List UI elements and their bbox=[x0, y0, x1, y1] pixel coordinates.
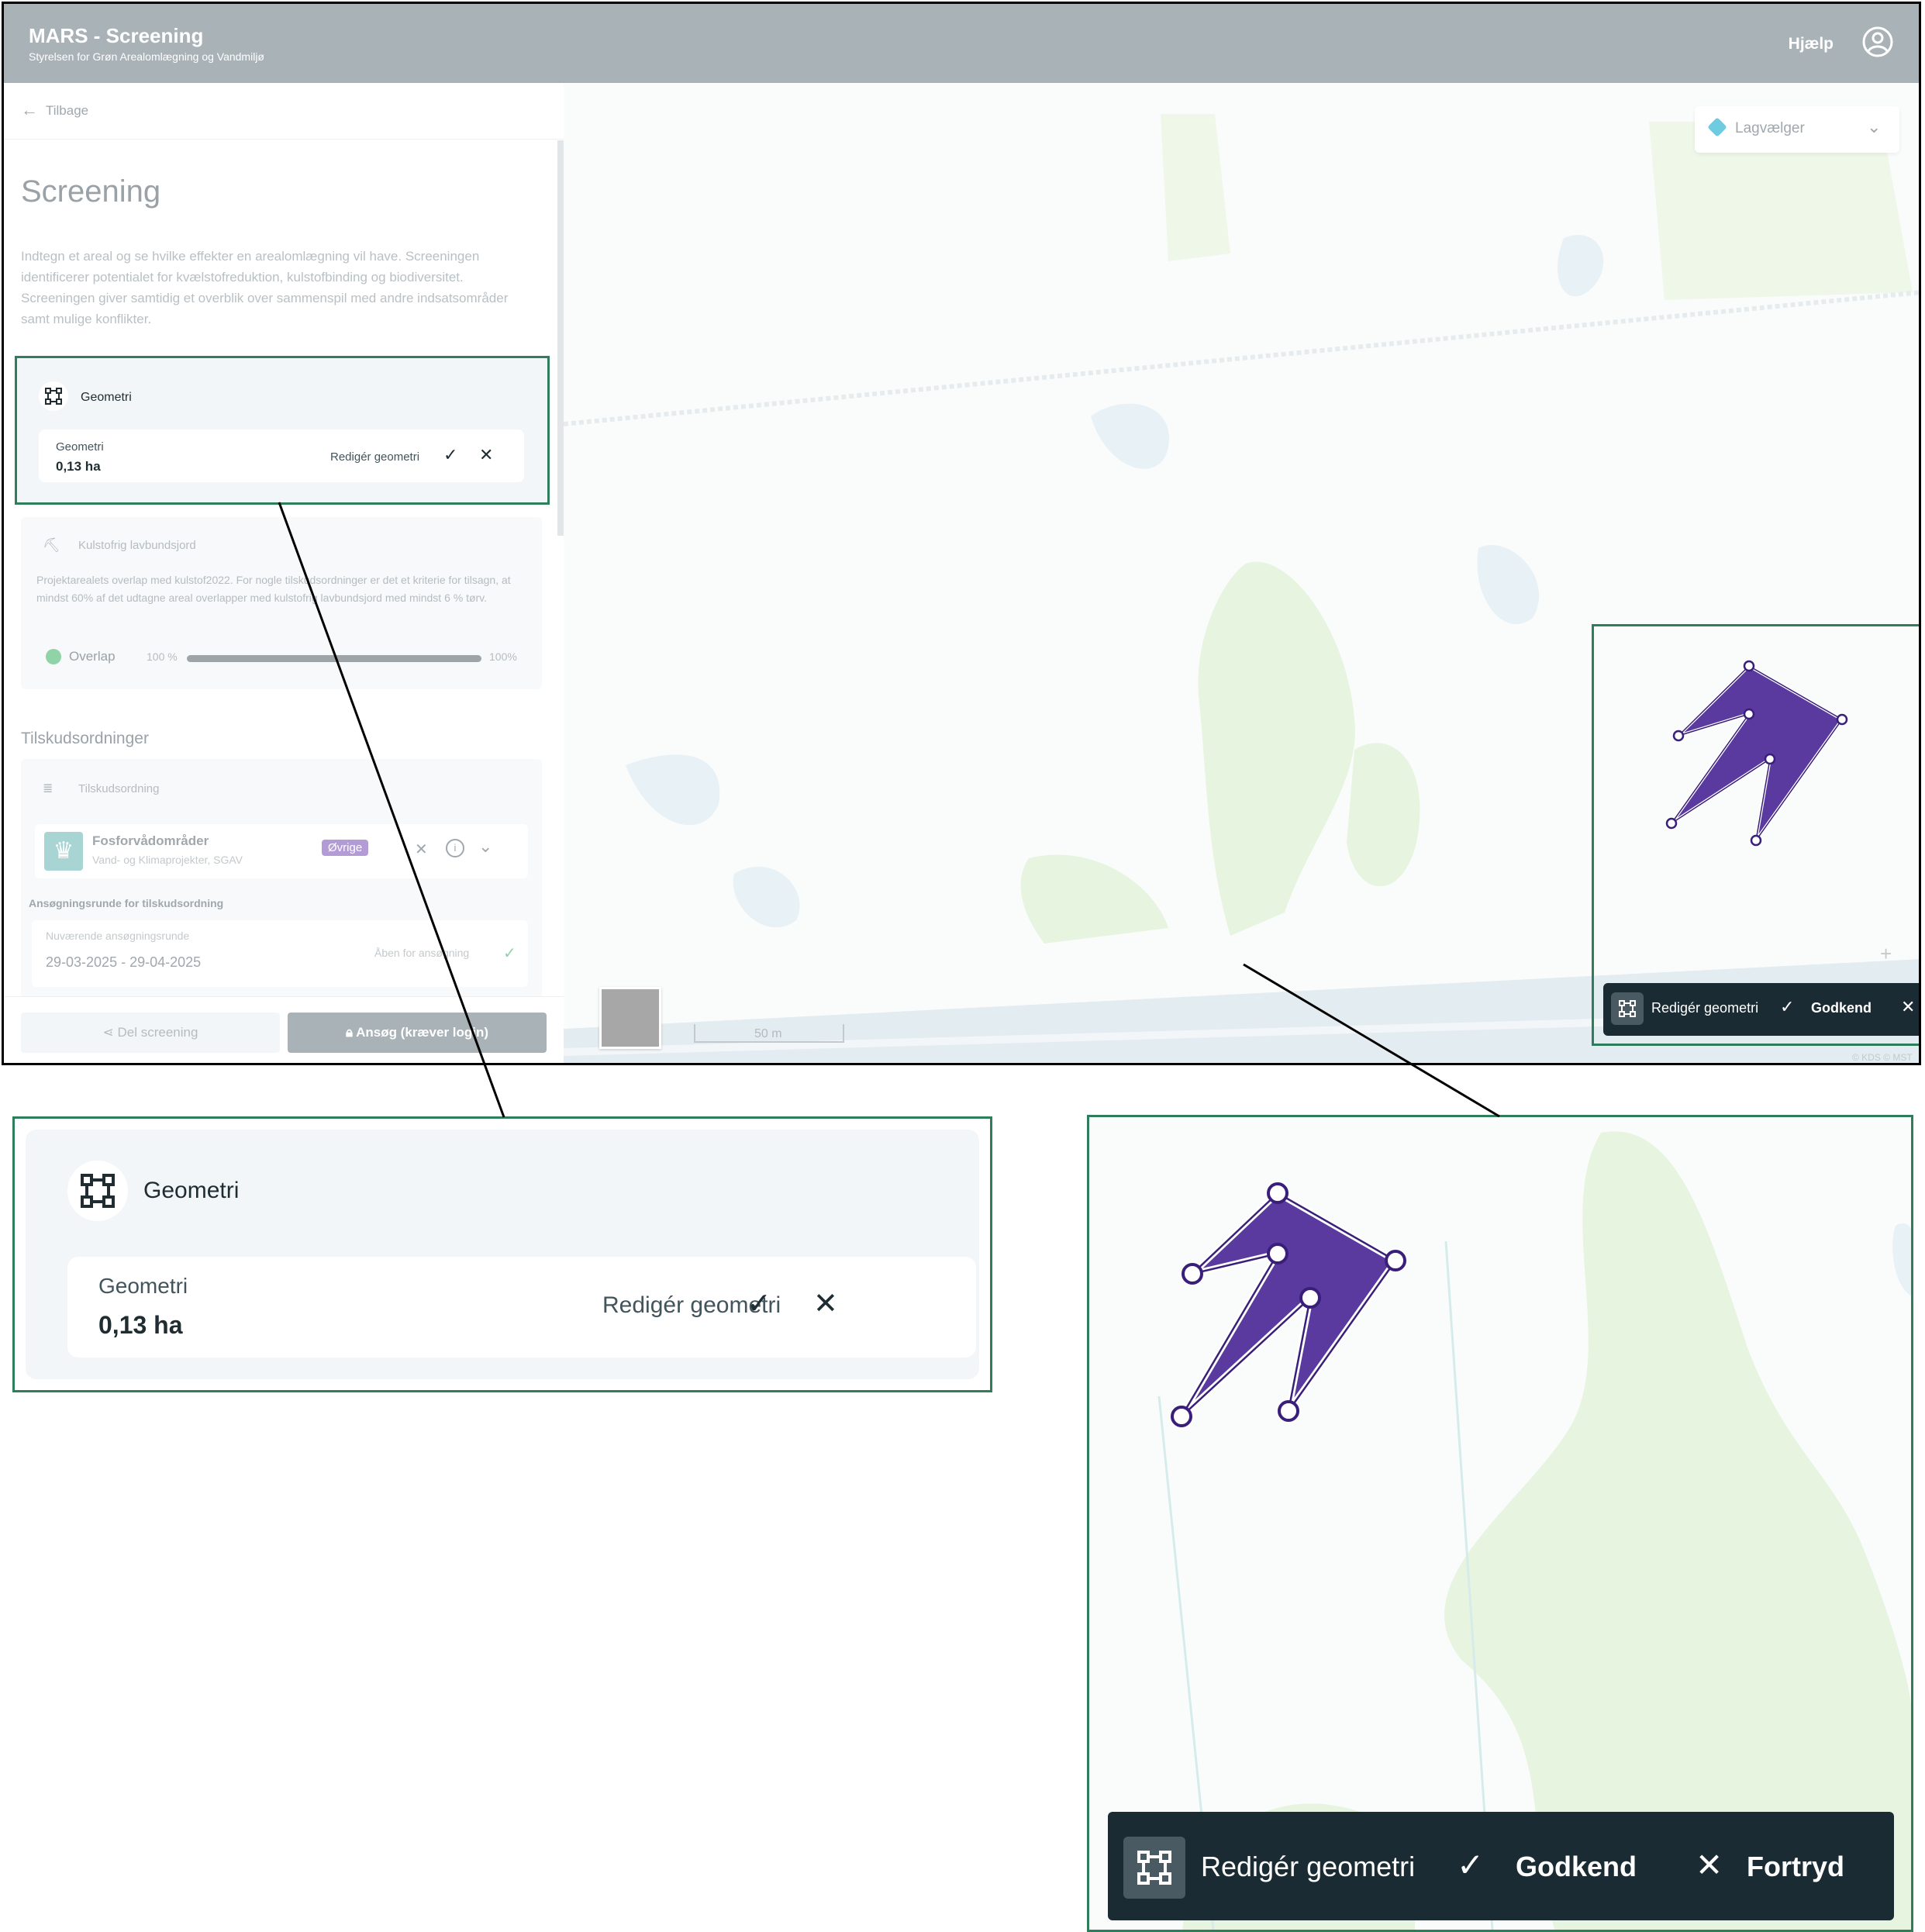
geometry-area-value: 0,13 ha bbox=[56, 459, 101, 474]
approve-button[interactable]: Godkend bbox=[1811, 1000, 1872, 1016]
check-icon: ✓ bbox=[1780, 997, 1795, 1016]
share-icon: ⋖ bbox=[102, 1025, 118, 1040]
subsidy-item[interactable]: ♛ Fosforvådområder Vand- og Klimaprojekt… bbox=[35, 824, 528, 878]
zoomed-edit-toolbar: Redigér geometri ✓ Godkend ✕ Fortryd bbox=[1108, 1812, 1894, 1920]
back-button[interactable]: ← Tilbage bbox=[4, 83, 564, 140]
basemap-thumbnail[interactable] bbox=[599, 987, 661, 1049]
share-screening-button[interactable]: ⋖ Del screening bbox=[21, 1013, 280, 1053]
close-icon[interactable]: ✕ bbox=[813, 1286, 838, 1321]
round-label: Nuværende ansøgningsrunde bbox=[46, 930, 190, 942]
edit-geometry-button[interactable]: Redigér geometri bbox=[1201, 1851, 1415, 1883]
help-link[interactable]: Hjælp bbox=[1789, 35, 1834, 53]
carbon-soil-card: ⛏ Kulstofrig lavbundsjord Projektarealet… bbox=[21, 517, 542, 689]
edit-geometry-link[interactable]: Redigér geometri bbox=[330, 450, 419, 464]
top-bar: MARS - Screening Styrelsen for Grøn Area… bbox=[4, 4, 1919, 83]
close-icon: ✕ bbox=[1696, 1847, 1723, 1883]
check-circle-icon bbox=[46, 649, 61, 664]
polygon-edit-icon[interactable] bbox=[1123, 1837, 1185, 1899]
approve-button[interactable]: Godkend bbox=[1516, 1851, 1637, 1883]
lock-icon: 🔒︎ bbox=[345, 1025, 357, 1040]
subsidy-name: Fosforvådområder bbox=[92, 833, 209, 848]
back-label: Tilbage bbox=[46, 103, 89, 118]
subsidy-card: ≣ Tilskudsordning ♛ Fosforvådområder Van… bbox=[21, 759, 542, 1015]
chevron-down-icon: ⌄ bbox=[1867, 117, 1882, 136]
carbon-soil-description: Projektarealets overlap med kulstof2022.… bbox=[36, 574, 511, 604]
zoomed-drawn-polygon[interactable] bbox=[1089, 1117, 1911, 1799]
sidebar-scrollbar[interactable] bbox=[557, 140, 564, 536]
round-box: Nuværende ansøgningsrunde 29-03-2025 - 2… bbox=[32, 920, 528, 987]
subsidy-subtitle: Tilskudsordning bbox=[78, 782, 160, 795]
scale-label: 50 m bbox=[754, 1027, 782, 1040]
sidebar-footer: ⋖ Del screening 🔒︎ Ansøg (kræver login) bbox=[4, 996, 564, 1063]
close-icon: ✕ bbox=[1901, 997, 1916, 1016]
user-circle-icon[interactable] bbox=[1861, 26, 1894, 58]
map-highlight-frame: Redigér geometri ✓ Godkend ✕ Fortryd bbox=[1592, 624, 1921, 1046]
polygon-edit-icon bbox=[45, 388, 62, 405]
layers-icon bbox=[1707, 117, 1727, 137]
info-icon[interactable]: i bbox=[446, 839, 464, 857]
check-icon: ✓ bbox=[1457, 1847, 1485, 1883]
app-title: MARS - Screening bbox=[29, 24, 204, 47]
geometry-summary: Geometri 0,13 ha Redigér geometri ✓ ✕ bbox=[39, 430, 524, 482]
zoomed-geometry-card: Geometri Geometri 0,13 ha Redigér geomet… bbox=[26, 1130, 979, 1379]
apply-button[interactable]: 🔒︎ Ansøg (kræver login) bbox=[288, 1013, 547, 1053]
overlap-progress-bar bbox=[187, 655, 481, 662]
edit-geometry-button[interactable]: Redigér geometri bbox=[1651, 1000, 1758, 1016]
round-heading: Ansøgningsrunde for tilskudsordning bbox=[29, 897, 224, 909]
overlap-value: 100 % bbox=[147, 650, 178, 663]
overlap-label: Overlap bbox=[69, 649, 116, 664]
polygon-edit-icon bbox=[81, 1174, 115, 1208]
chevron-down-icon[interactable]: ⌄ bbox=[478, 837, 492, 857]
category-badge: Øvrige bbox=[322, 840, 369, 856]
geometry-area-value: 0,13 ha bbox=[98, 1311, 183, 1339]
polygon-edit-icon[interactable] bbox=[1611, 992, 1644, 1025]
edit-toolbar: Redigér geometri ✓ Godkend ✕ Fortryd bbox=[1603, 983, 1919, 1036]
arrow-left-icon: ← bbox=[21, 100, 38, 119]
remove-icon[interactable]: ✕ bbox=[415, 840, 428, 859]
zoomed-geometry-card-frame: Geometri Geometri 0,13 ha Redigér geomet… bbox=[12, 1116, 992, 1392]
geometry-icon-holder bbox=[39, 381, 68, 411]
app-subtitle: Styrelsen for Grøn Arealomlægning og Van… bbox=[29, 50, 264, 63]
check-icon[interactable]: ✓ bbox=[747, 1286, 771, 1321]
map-canvas[interactable]: Lagvælger ⌄ + − 50 m © KDS © MST bbox=[564, 83, 1921, 1063]
geometry-card-title: Geometri bbox=[143, 1178, 240, 1203]
check-icon: ✓ bbox=[503, 945, 516, 962]
geometry-label: Geometri bbox=[98, 1274, 188, 1298]
geometry-label: Geometri bbox=[56, 440, 104, 454]
share-label: Del screening bbox=[117, 1025, 198, 1040]
apply-label: Ansøg (kræver login) bbox=[356, 1025, 489, 1040]
geometry-icon-holder bbox=[67, 1161, 128, 1221]
zoomed-map-frame: Redigér geometri ✓ Godkend ✕ Fortryd bbox=[1087, 1115, 1913, 1932]
drawn-polygon[interactable] bbox=[1594, 626, 1921, 1044]
shovel-icon: ⛏ bbox=[43, 537, 60, 553]
sidebar: ← Tilbage Screening Indtegn et areal og … bbox=[4, 83, 564, 1063]
page-title: Screening bbox=[21, 174, 161, 209]
geometry-card-title: Geometri bbox=[81, 391, 132, 404]
layer-selector-label: Lagvælger bbox=[1735, 120, 1805, 136]
intro-text: Indtegn et areal og se hvilke effekter e… bbox=[21, 249, 509, 326]
round-status: Åben for ansøgning bbox=[374, 947, 470, 959]
coins-icon: ≣ bbox=[43, 782, 53, 795]
layer-selector[interactable]: Lagvælger ⌄ bbox=[1695, 106, 1899, 153]
carbon-soil-title: Kulstofrig lavbundsjord bbox=[78, 539, 196, 552]
geometry-summary: Geometri 0,13 ha Redigér geometri ✓ ✕ bbox=[67, 1257, 976, 1358]
check-icon[interactable]: ✓ bbox=[443, 445, 457, 465]
subsidy-org: Vand- og Klimaprojekter, SGAV bbox=[92, 854, 243, 866]
geometry-card: Geometri Geometri 0,13 ha Redigér geomet… bbox=[15, 356, 550, 505]
crown-logo-icon: ♛ bbox=[44, 832, 83, 871]
subsidy-heading: Tilskudsordninger bbox=[21, 730, 149, 747]
overlap-max: 100% bbox=[489, 650, 517, 663]
map-attribution: © KDS © MST bbox=[1852, 1052, 1913, 1063]
round-dates: 29-03-2025 - 29-04-2025 bbox=[46, 954, 202, 970]
undo-button[interactable]: Fortryd bbox=[1747, 1851, 1844, 1883]
close-icon[interactable]: ✕ bbox=[479, 445, 493, 465]
app-window: MARS - Screening Styrelsen for Grøn Area… bbox=[2, 2, 1921, 1065]
